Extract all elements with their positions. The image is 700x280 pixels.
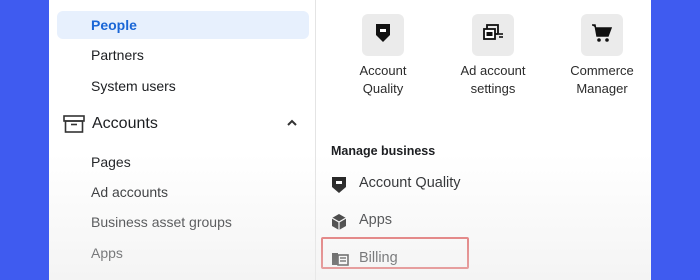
sidebar-item-label: System users <box>91 78 176 94</box>
archive-box-icon <box>63 114 85 139</box>
shield-icon <box>331 176 347 199</box>
shield-icon <box>374 23 392 48</box>
tool-label: Commerce Manager <box>552 62 651 98</box>
tool-label-line: Manager <box>576 81 628 96</box>
tool-tile <box>362 14 404 56</box>
tool-label: Account Quality <box>333 62 433 98</box>
app-window: People Partners System users Accounts Pa… <box>49 0 651 280</box>
sidebar-item-label: Business asset groups <box>91 214 232 230</box>
sidebar-section-label: Accounts <box>92 115 158 132</box>
tool-label-line: Account <box>359 63 407 78</box>
tool-tile <box>581 14 623 56</box>
billing-highlight-box <box>321 237 469 269</box>
sidebar-item-ad-accounts[interactable]: Ad accounts <box>57 178 309 206</box>
sidebar-item-label: Ad accounts <box>91 184 169 200</box>
tool-commerce-manager[interactable]: Commerce Manager <box>552 14 651 98</box>
tool-label-line: Quality <box>362 81 404 96</box>
main-panel: Account Quality Ad account settings Comm… <box>316 0 651 280</box>
tool-label-line: Commerce <box>570 63 634 78</box>
tool-label-line: Ad account <box>460 63 526 78</box>
ad-settings-icon <box>482 23 504 48</box>
sidebar-item-label: Apps <box>91 245 123 261</box>
tool-tile <box>472 14 514 56</box>
tool-account-quality[interactable]: Account Quality <box>333 14 433 98</box>
manage-business-heading: Manage business <box>331 144 436 158</box>
tool-label-line: settings <box>470 81 516 96</box>
sidebar-item-pages[interactable]: Pages <box>57 148 309 176</box>
sidebar-item-partners[interactable]: Partners <box>57 41 309 69</box>
cube-icon <box>331 213 347 236</box>
sidebar: People Partners System users Accounts Pa… <box>49 0 316 280</box>
tool-label: Ad account settings <box>443 62 543 98</box>
chevron-up-icon[interactable] <box>285 116 299 135</box>
sidebar-item-system-users[interactable]: System users <box>57 72 309 100</box>
shopping-cart-icon <box>591 23 613 48</box>
sidebar-item-label: People <box>91 17 137 33</box>
manage-business-item-account-quality[interactable]: Account Quality <box>331 170 561 198</box>
sidebar-section-accounts[interactable]: Accounts <box>57 110 309 140</box>
manage-business-label: Account Quality <box>359 175 461 191</box>
sidebar-item-business-asset-groups[interactable]: Business asset groups <box>57 208 309 236</box>
manage-business-item-apps[interactable]: Apps <box>331 207 561 235</box>
manage-business-label: Apps <box>359 212 393 228</box>
sidebar-item-people[interactable]: People <box>57 11 309 39</box>
sidebar-item-apps[interactable]: Apps <box>57 239 309 267</box>
sidebar-item-label: Partners <box>91 47 144 63</box>
sidebar-item-label: Pages <box>91 154 131 170</box>
tool-ad-account-settings[interactable]: Ad account settings <box>443 14 543 98</box>
